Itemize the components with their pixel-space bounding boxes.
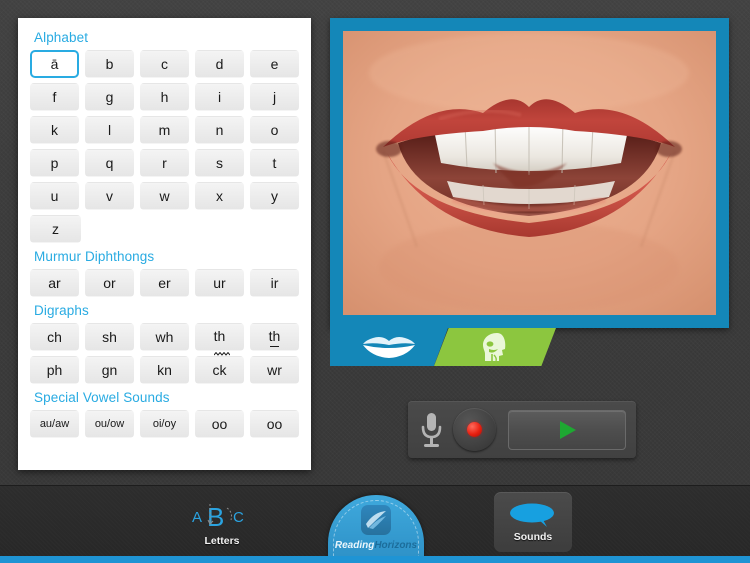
letter-tile[interactable]: n xyxy=(195,116,244,144)
tile-row: pqrst xyxy=(30,149,299,177)
tile-label: th xyxy=(268,328,281,344)
nav-sounds-label: Sounds xyxy=(513,530,553,543)
logo-word-reading: Reading xyxy=(334,540,375,551)
letter-tile[interactable]: u xyxy=(30,182,79,210)
nav-accent-strip xyxy=(0,556,750,563)
letter-tile[interactable]: ur xyxy=(195,269,244,297)
letter-tile[interactable]: oo xyxy=(195,410,244,438)
app-root: Alphabet ā b c d e f g h i j k l m n o p q r s t u v w x y z Murmur… xyxy=(0,0,750,563)
tile-row: klmno xyxy=(30,116,299,144)
tab-lips-view[interactable] xyxy=(330,328,448,366)
letter-tile[interactable]: t xyxy=(250,149,299,177)
letter-tile[interactable]: m xyxy=(140,116,189,144)
letter-tile[interactable]: au/aw xyxy=(30,410,79,438)
tile-row: ābcde xyxy=(30,50,299,78)
letter-tile[interactable]: v xyxy=(85,182,134,210)
tile-row: fghij xyxy=(30,83,299,111)
tile-label-wrap: th xyxy=(268,328,281,347)
group-title: Digraphs xyxy=(34,303,89,318)
tile-row: z xyxy=(30,215,299,243)
letter-tile[interactable]: ch xyxy=(30,323,79,351)
letter-tile[interactable]: kn xyxy=(140,356,189,384)
head-profile-icon xyxy=(483,333,506,362)
letter-tile[interactable]: e xyxy=(250,50,299,78)
group-title: Murmur Diphthongs xyxy=(34,249,155,264)
letter-tile[interactable]: p xyxy=(30,149,79,177)
tile-row: ar or er ur ir xyxy=(30,269,299,297)
svg-text:C: C xyxy=(233,509,244,526)
record-icon xyxy=(467,422,482,437)
tile-row: uvwxy xyxy=(30,182,299,210)
letter-tile[interactable]: i xyxy=(195,83,244,111)
logo-wordmark: ReadingHorizons xyxy=(335,540,417,551)
microphone-icon[interactable] xyxy=(418,410,444,450)
view-tabs xyxy=(330,328,580,366)
letter-tile[interactable]: k xyxy=(30,116,79,144)
letter-tile[interactable]: ir xyxy=(250,269,299,297)
audio-controls xyxy=(408,401,636,458)
letter-tile[interactable]: f xyxy=(30,83,79,111)
nav-item-sounds[interactable]: Sounds xyxy=(494,492,572,552)
svg-text:A: A xyxy=(192,509,202,526)
play-button[interactable] xyxy=(508,409,626,450)
group-title: Alphabet xyxy=(34,30,89,45)
mouth-photo xyxy=(343,31,716,315)
letter-tile[interactable]: or xyxy=(85,269,134,297)
letter-tile[interactable]: h xyxy=(140,83,189,111)
letter-tile[interactable]: c xyxy=(140,50,190,78)
tile-row: au/aw ou/ow oi/oy oo oo xyxy=(30,410,299,438)
nav-letters-label: Letters xyxy=(204,534,240,547)
bottom-nav: A B C Letters ReadingHorizons Sounds xyxy=(0,485,750,563)
lips-icon xyxy=(363,337,415,358)
letters-panel: Alphabet ā b c d e f g h i j k l m n o p q r s t u v w x y z Murmur… xyxy=(18,18,311,470)
letter-tile[interactable]: q xyxy=(85,149,134,177)
tile-row: ch sh wh th th xyxy=(30,323,299,356)
letter-tile[interactable]: sh xyxy=(85,323,134,351)
letter-tile[interactable]: b xyxy=(85,50,135,78)
letter-tile[interactable]: s xyxy=(195,149,244,177)
letter-tile[interactable]: wr xyxy=(250,356,299,384)
tab-anatomy-view[interactable] xyxy=(434,328,556,366)
letter-tile[interactable]: o xyxy=(250,116,299,144)
voiced-mark-wave xyxy=(213,344,231,356)
letter-tile[interactable]: z xyxy=(30,215,81,243)
letter-tile[interactable]: j xyxy=(250,83,299,111)
media-frame xyxy=(330,18,729,328)
letter-tile[interactable]: g xyxy=(85,83,134,111)
play-icon xyxy=(560,420,576,439)
letter-tile[interactable]: l xyxy=(85,116,134,144)
letter-tile[interactable]: oi/oy xyxy=(140,410,189,438)
letter-tile[interactable]: ar xyxy=(30,269,79,297)
letter-tile[interactable]: r xyxy=(140,149,189,177)
voiced-mark-line xyxy=(269,345,280,347)
group-title: Special Vowel Sounds xyxy=(34,390,170,405)
letter-tile[interactable]: d xyxy=(195,50,245,78)
letter-tile[interactable]: th xyxy=(250,323,299,351)
tile-label-wrap: th xyxy=(213,328,231,356)
nav-item-letters[interactable]: A B C Letters xyxy=(180,494,264,552)
letter-tile[interactable]: y xyxy=(250,182,299,210)
letter-tile[interactable]: ck xyxy=(195,356,244,384)
letter-tile[interactable]: er xyxy=(140,269,189,297)
tile-label: th xyxy=(213,328,226,344)
letter-tile[interactable]: ou/ow xyxy=(85,410,134,438)
abc-icon: A B C xyxy=(192,502,244,532)
app-logo-badge[interactable]: ReadingHorizons xyxy=(328,495,424,563)
letter-tile[interactable]: oo xyxy=(250,410,299,438)
letter-tile[interactable]: x xyxy=(195,182,244,210)
speech-bubble-icon xyxy=(510,503,554,527)
record-button[interactable] xyxy=(453,408,496,451)
logo-word-horizons: Horizons xyxy=(374,540,418,551)
sound-group-list: Alphabet ā b c d e f g h i j k l m n o p q r s t u v w x y z Murmur… xyxy=(30,30,299,438)
letter-tile[interactable]: wh xyxy=(140,323,189,351)
letter-tile[interactable]: w xyxy=(140,182,189,210)
tile-row: ph gn kn ck wr xyxy=(30,356,299,384)
letter-tile[interactable]: th xyxy=(195,323,244,356)
letter-tile[interactable]: gn xyxy=(85,356,134,384)
letter-tile[interactable]: ā xyxy=(30,50,80,78)
letter-tile[interactable]: ph xyxy=(30,356,79,384)
reading-horizons-logo-icon xyxy=(361,505,391,535)
